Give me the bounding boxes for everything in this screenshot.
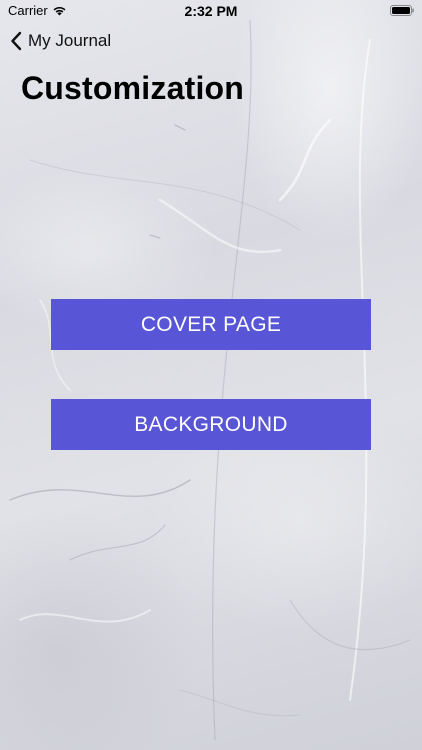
back-button[interactable]: My Journal: [10, 31, 111, 51]
plaster-texture: [9, 19, 411, 741]
background-button[interactable]: BACKGROUND: [51, 399, 371, 450]
status-time: 2:32 PM: [184, 3, 238, 19]
back-label: My Journal: [28, 31, 112, 50]
status-bar: Carrier 2:32 PM: [0, 0, 422, 22]
cover-page-button[interactable]: COVER PAGE: [51, 299, 371, 350]
page-title: Customization: [21, 70, 245, 106]
plaster-background: [0, 0, 422, 750]
chevron-left-icon: [11, 31, 22, 51]
battery-icon: [390, 5, 414, 16]
